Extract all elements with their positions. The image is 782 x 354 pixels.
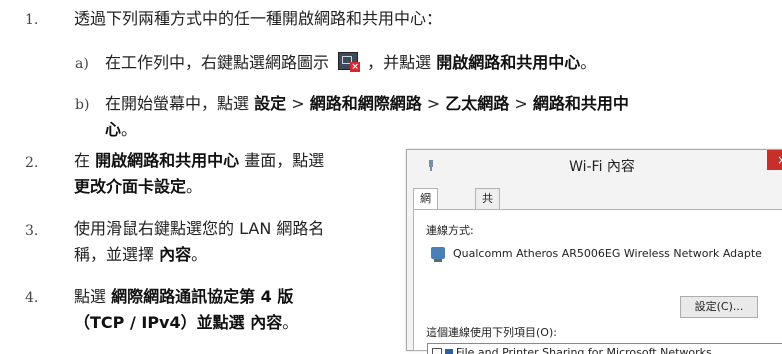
step-4-part1: 點選	[74, 287, 112, 306]
step-text: 點選 網際網路通訊協定第 4 版 （TCP / IPv4）並點選 內容。	[74, 284, 298, 336]
step-text: 使用滑鼠右鍵點選您的 LAN 網路名 稱，並選擇 內容。	[74, 216, 324, 268]
separator: >	[286, 94, 310, 113]
substep-b-ethernet: 乙太網路	[445, 94, 510, 113]
substep-text: 在開始螢幕中，點選 設定 > 網路和網際網路 > 乙太網路 > 網路和共用中 心…	[105, 91, 782, 143]
step-1-text: 透過下列兩種方式中的任一種開啟網路和共用中心：	[74, 9, 443, 28]
separator: >	[421, 94, 446, 113]
list-item-label: File and Printer Sharing for Microsoft N…	[456, 346, 712, 354]
substep-b-center-cont: 心	[105, 120, 122, 139]
error-x-icon: ×	[350, 62, 361, 72]
substep-b-end: 。	[121, 120, 138, 139]
step-2-bold2: 更改介面卡設定	[74, 177, 187, 196]
substep-a-part1: 在工作列中，右鍵點選網路圖示	[105, 53, 335, 72]
step-2-bold1: 開啟網路和共用中心	[95, 151, 240, 170]
adapter-field: Qualcomm Atheros AR5006EG Wireless Netwo…	[427, 243, 782, 265]
checkbox[interactable]	[432, 348, 442, 354]
list-item[interactable]: File and Printer Sharing for Microsoft N…	[432, 346, 712, 354]
close-button[interactable]: ×	[767, 150, 782, 170]
adapter-name: Qualcomm Atheros AR5006EG Wireless Netwo…	[453, 247, 762, 260]
step-text: 透過下列兩種方式中的任一種開啟網路和共用中心：	[74, 6, 442, 32]
step-text: 在 開啟網路和共用中心 畫面，點選 更改介面卡設定。	[74, 148, 324, 200]
tab-sharing[interactable]: 共用	[475, 188, 500, 225]
substep-b-part1: 在開始螢幕中，點選	[105, 94, 255, 113]
substep-a-end: 。	[580, 53, 597, 72]
dialog-panel: 連線方式: Qualcomm Atheros AR5006EG Wireless…	[413, 209, 782, 354]
step-number: 2.	[25, 155, 39, 171]
items-label: 這個連線使用下列項目(O):	[426, 326, 557, 339]
wifi-properties-dialog: Wi-Fi 內容 × 網路功能 共用 連線方式: Qualcomm Athero…	[406, 149, 782, 354]
step-number: 4.	[25, 290, 39, 306]
step-4-end: 。	[282, 313, 299, 332]
substep-label: b)	[75, 97, 90, 113]
step-3-bold: 內容	[159, 245, 192, 264]
dialog-title: Wi-Fi 內容	[569, 159, 635, 175]
substep-a-part2: ，并點選	[362, 53, 437, 72]
step-4-part2: （TCP / IPv4）並點選	[74, 313, 251, 332]
separator: >	[509, 94, 533, 113]
substep-b-network: 網路和網際網路	[309, 94, 422, 113]
step-4-bold2: 內容	[250, 313, 283, 332]
tab-networking[interactable]: 網路功能	[413, 188, 438, 265]
step-3-part1: 稱，並選擇	[74, 245, 160, 264]
step-4-bold1: 網際網路通訊協定第 4 版	[111, 287, 294, 306]
substep-label: a)	[75, 56, 89, 72]
step-2-end: 。	[186, 177, 203, 196]
step-number: 3.	[25, 223, 39, 239]
step-3-line1: 使用滑鼠右鍵點選您的 LAN 網路名	[74, 219, 325, 238]
component-icon	[445, 349, 453, 354]
substep-a-bold: 開啟網路和共用中心	[436, 53, 581, 72]
dialog-titlebar: Wi-Fi 內容 ×	[407, 150, 782, 180]
step-2-part2: 畫面，點選	[239, 151, 325, 170]
step-number: 1.	[25, 12, 39, 28]
step-2-part1: 在	[74, 151, 96, 170]
connect-using-label: 連線方式:	[426, 224, 474, 237]
items-listbox[interactable]: File and Printer Sharing for Microsoft N…	[427, 343, 782, 354]
step-3-end: 。	[191, 245, 208, 264]
configure-button[interactable]: 設定(C)...	[680, 296, 758, 318]
substep-b-center: 網路和共用中	[532, 94, 629, 113]
network-error-icon: ×	[338, 52, 361, 72]
network-adapter-icon	[431, 247, 445, 262]
substep-text: 在工作列中，右鍵點選網路圖示 × ，并點選 開啟網路和共用中心。	[105, 50, 596, 76]
substep-b-settings: 設定	[254, 94, 287, 113]
